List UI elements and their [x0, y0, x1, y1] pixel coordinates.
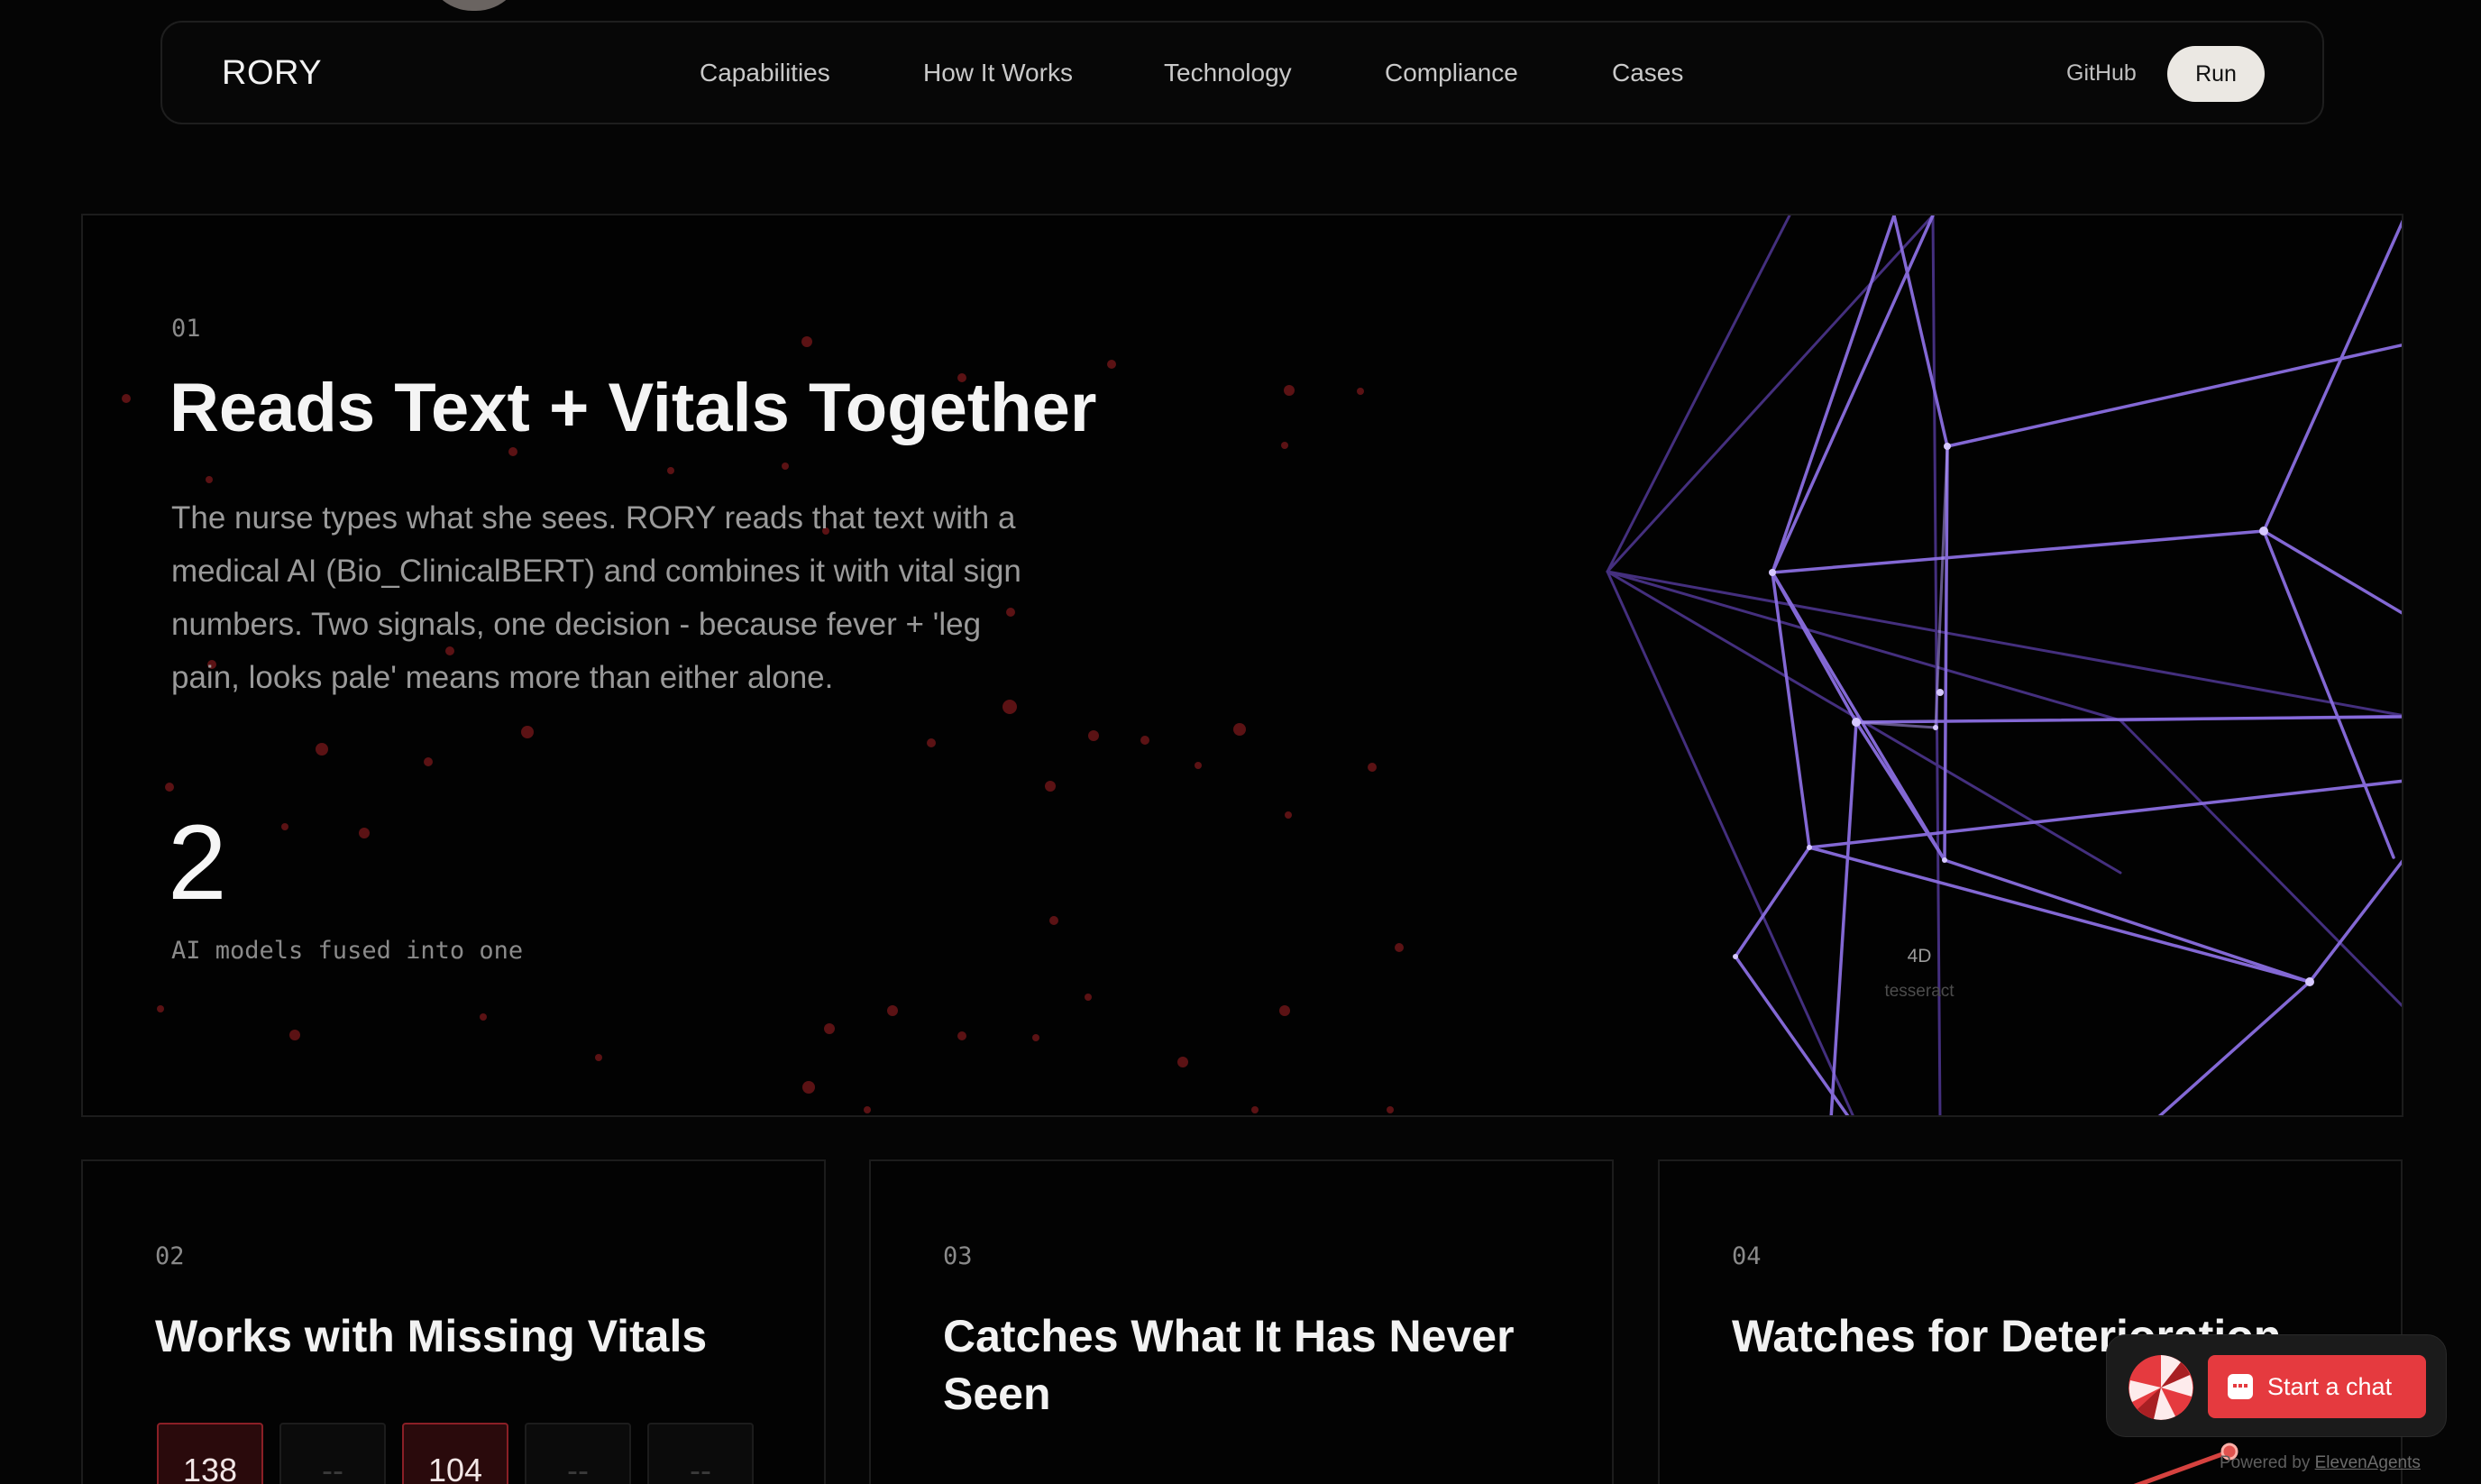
nav-link-how-it-works[interactable]: How It Works: [923, 59, 1073, 87]
start-chat-button[interactable]: Start a chat: [2208, 1355, 2426, 1418]
vital-cell: 104: [402, 1423, 508, 1484]
capability-number: 01: [171, 315, 201, 343]
chat-widget: Start a chat: [2106, 1334, 2447, 1437]
capability-hero-card: 01 Reads Text + Vitals Together The nurs…: [81, 214, 2403, 1117]
start-chat-label: Start a chat: [2267, 1373, 2393, 1400]
capability-card-novel-detection: 03 Catches What It Has Never Seen: [869, 1159, 1614, 1484]
capability-card-missing-vitals: 02 Works with Missing Vitals 138 -- 104 …: [81, 1159, 826, 1484]
top-decorative-shape: [426, 0, 523, 11]
nav-link-cases[interactable]: Cases: [1612, 59, 1683, 87]
capability-description: The nurse types what she sees. RORY read…: [171, 500, 1021, 695]
run-button[interactable]: Run: [2167, 46, 2265, 102]
card-number: 02: [155, 1242, 185, 1270]
powered-by-footer: Powered by ElevenAgents: [2220, 1453, 2421, 1473]
nav-link-compliance[interactable]: Compliance: [1385, 59, 1518, 87]
github-link[interactable]: GitHub: [2066, 60, 2137, 87]
vital-cell: --: [525, 1423, 631, 1484]
card-title: Catches What It Has Never Seen: [943, 1311, 1515, 1419]
capability-title: Reads Text + Vitals Together: [169, 370, 1097, 446]
tesseract-sublabel: tesseract: [1884, 982, 1955, 1001]
vital-cell: --: [279, 1423, 386, 1484]
agent-avatar-icon[interactable]: [2129, 1355, 2193, 1420]
chat-bubble-icon: [2228, 1374, 2253, 1399]
card-number: 03: [943, 1242, 973, 1270]
stat-value: 2: [168, 803, 227, 922]
powered-by-text: Powered by: [2220, 1453, 2311, 1472]
tesseract-label: 4D: [1907, 946, 1932, 966]
vital-cell: 138: [157, 1423, 263, 1484]
nav-link-capabilities[interactable]: Capabilities: [700, 59, 830, 87]
brand-logo[interactable]: RORY: [222, 54, 322, 93]
stat-label: AI models fused into one: [171, 937, 524, 965]
card-title: Works with Missing Vitals: [155, 1311, 708, 1361]
nav-link-technology[interactable]: Technology: [1164, 59, 1292, 87]
top-navbar: RORY Capabilities How It Works Technolog…: [160, 21, 2324, 124]
vital-cell: --: [647, 1423, 754, 1484]
elevenagents-link[interactable]: ElevenAgents: [2315, 1453, 2421, 1472]
